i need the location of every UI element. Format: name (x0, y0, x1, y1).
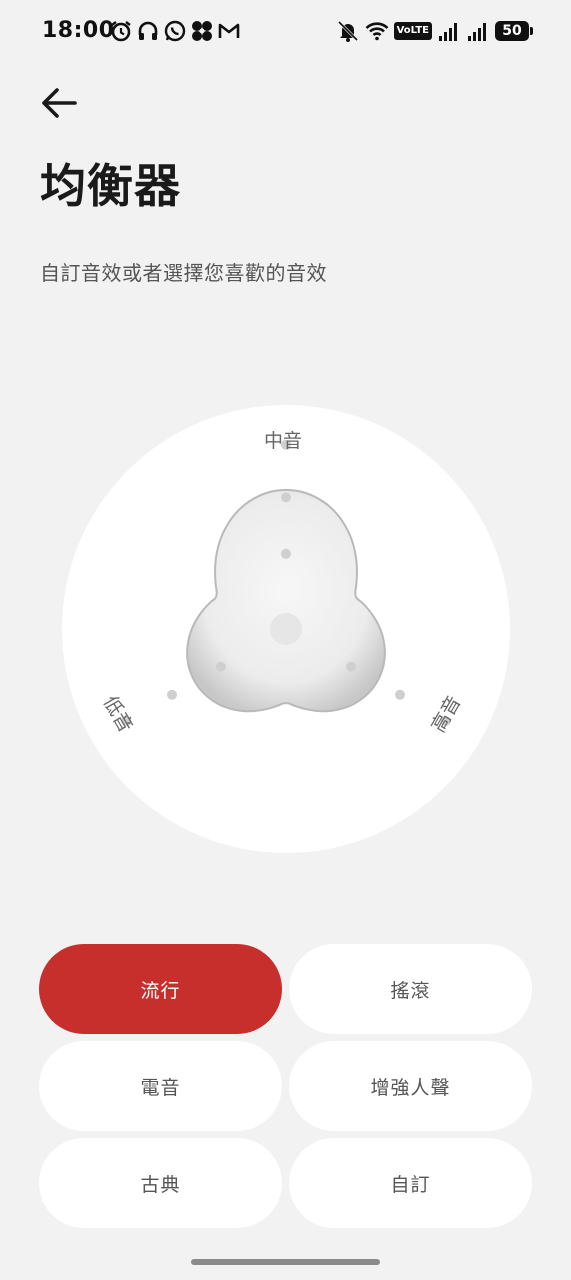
signal-icon-sim2 (468, 23, 486, 41)
battery-indicator: 50 (495, 21, 533, 41)
notification-icons (109, 19, 241, 43)
preset-custom-button[interactable]: 自訂 (289, 1138, 532, 1228)
preset-classical-button[interactable]: 古典 (39, 1138, 282, 1228)
system-icons: VoLTE 50 (336, 19, 533, 43)
level-marker-dot (346, 661, 357, 672)
level-marker-dot (281, 492, 291, 503)
preset-grid: 流行 搖滾 電音 增強人聲 古典 自訂 (39, 944, 532, 1228)
whatsapp-icon (164, 20, 186, 42)
level-marker-dot (281, 548, 291, 559)
gmail-icon (218, 23, 240, 38)
app-icon (192, 21, 212, 41)
mute-bell-icon (337, 20, 358, 42)
status-bar: 18:00 VoLTE 50 (0, 0, 571, 62)
page-subtitle: 自訂音效或者選擇您喜歡的音效 (40, 261, 327, 285)
wifi-icon (365, 22, 388, 41)
level-marker-dot (215, 661, 226, 672)
preset-electronic-button[interactable]: 電音 (39, 1041, 282, 1131)
home-indicator[interactable] (191, 1259, 380, 1265)
headphones-icon (138, 21, 158, 40)
arrow-left-icon (42, 88, 77, 118)
equalizer-screen: 18:00 VoLTE 50 均衡器 自訂音效或者選擇您喜歡的音效 中音 低音 … (0, 0, 571, 1280)
equalizer-control[interactable]: 中音 低音 高音 (62, 405, 510, 853)
equalizer-graphic (62, 405, 510, 853)
volte-badge: VoLTE (393, 22, 432, 40)
alarm-icon (111, 21, 131, 42)
level-marker-dot (395, 689, 405, 700)
level-marker-dot (167, 689, 177, 700)
preset-rock-button[interactable]: 搖滾 (289, 944, 532, 1034)
signal-icon-sim1 (439, 23, 457, 41)
preset-vocal-boost-button[interactable]: 增強人聲 (289, 1041, 532, 1131)
preset-pop-button[interactable]: 流行 (39, 944, 282, 1034)
axis-label-mid: 中音 (264, 430, 303, 452)
status-time: 18:00 (42, 18, 115, 43)
page-title: 均衡器 (40, 159, 181, 213)
center-knob (270, 613, 302, 645)
back-button[interactable] (36, 80, 82, 126)
